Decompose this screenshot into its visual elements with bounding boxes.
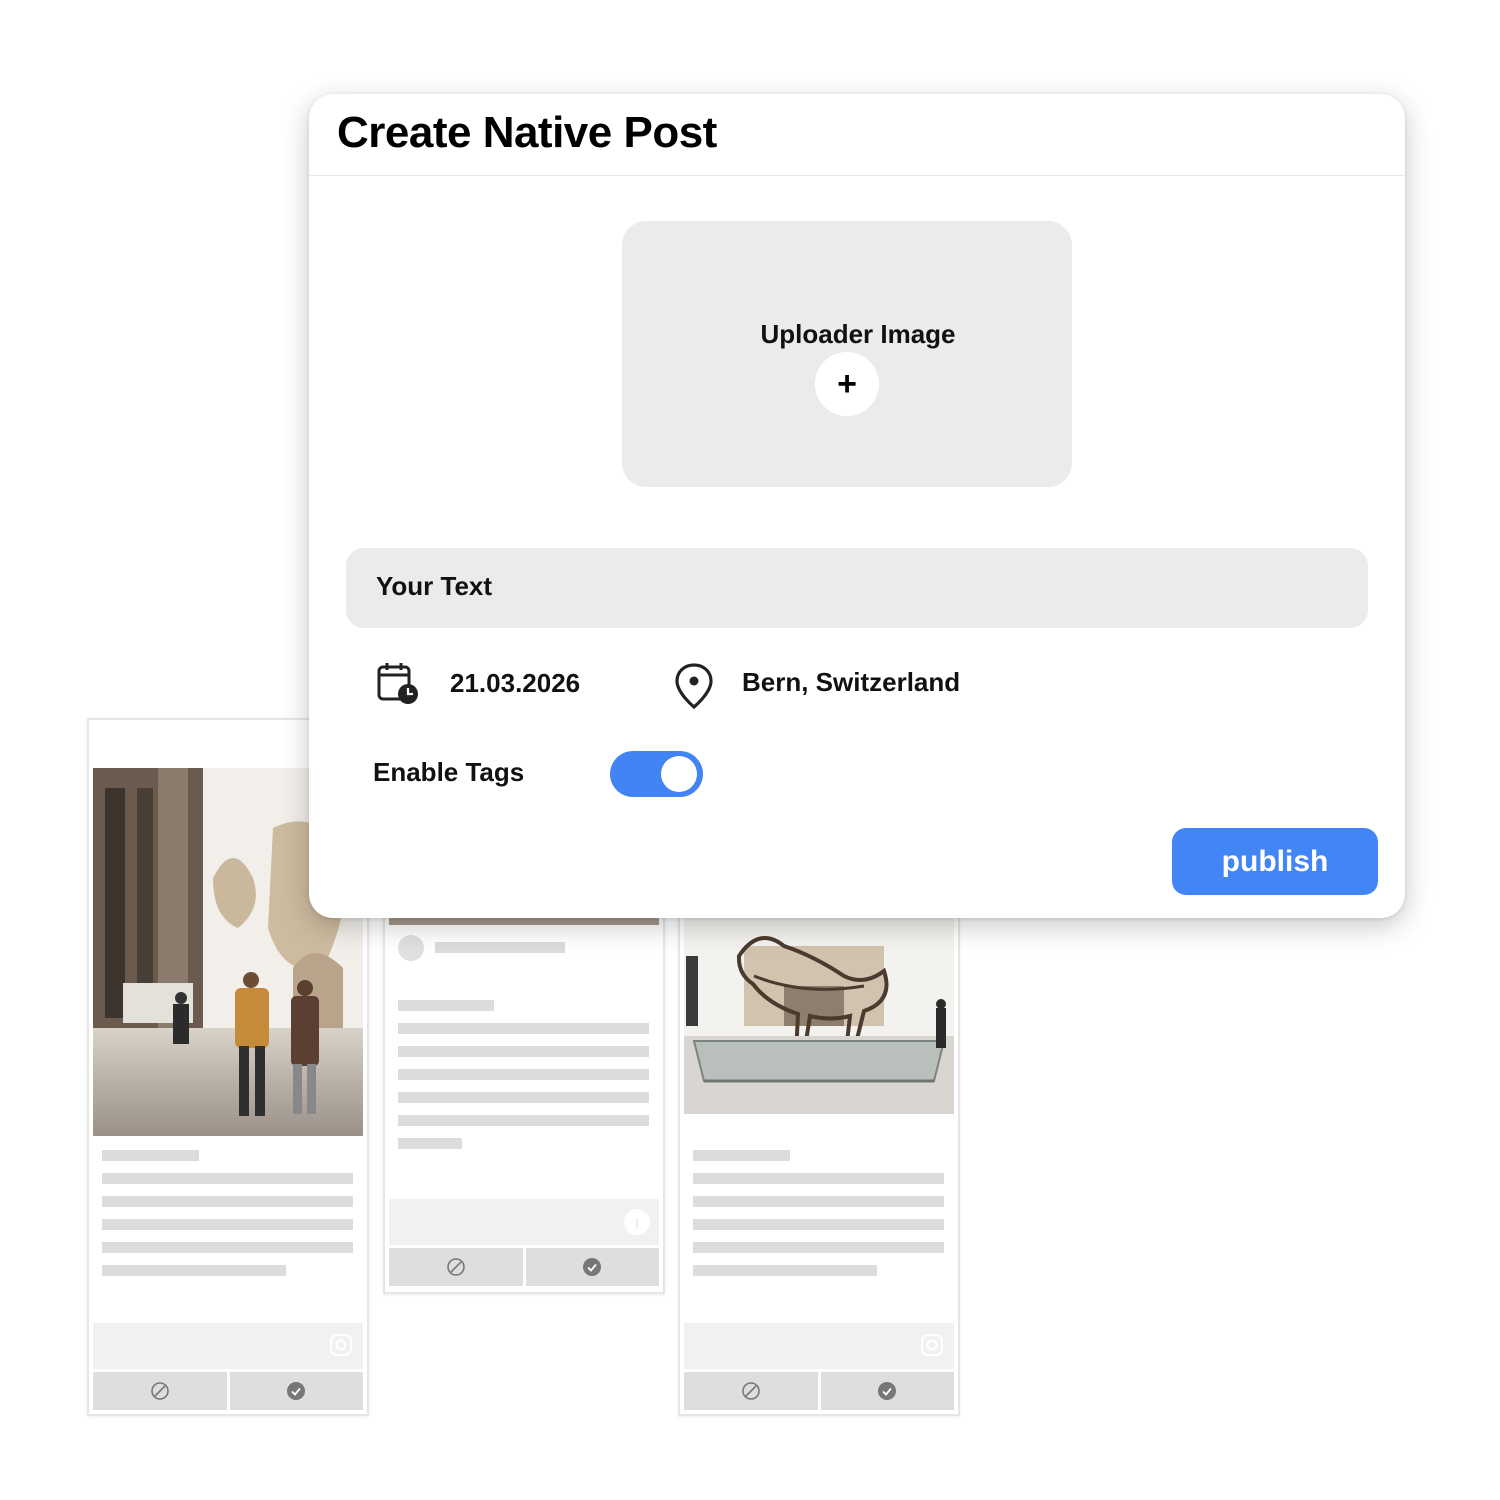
skeleton-line (693, 1196, 944, 1207)
skeleton-line (398, 1138, 462, 1149)
skeleton-line (693, 1173, 944, 1184)
card-footer (93, 1323, 363, 1369)
reject-button[interactable] (93, 1372, 227, 1410)
skeleton-line (693, 1265, 877, 1276)
instagram-icon (330, 1334, 352, 1356)
skeleton-line (398, 1115, 649, 1126)
block-icon (446, 1258, 465, 1276)
location-pin-icon[interactable] (674, 662, 714, 710)
skeleton-line (398, 1069, 649, 1080)
post-date[interactable]: 21.03.2026 (450, 668, 580, 699)
post-location[interactable]: Bern, Switzerland (742, 667, 960, 698)
enable-tags-toggle[interactable] (610, 751, 703, 797)
block-icon (741, 1382, 760, 1400)
approve-check-icon (287, 1382, 306, 1400)
skeleton-line (398, 1046, 649, 1057)
instagram-icon (921, 1334, 943, 1356)
create-post-modal: Create Native Post Uploader Image + Your… (309, 94, 1405, 918)
skeleton-line (398, 1092, 649, 1103)
post-card-2 (383, 870, 665, 1294)
divider (309, 175, 1405, 176)
approve-button[interactable] (525, 1248, 659, 1286)
toggle-knob (661, 756, 697, 792)
card-footer (684, 1323, 954, 1369)
skeleton-line (693, 1150, 790, 1161)
block-icon (150, 1382, 169, 1400)
plus-icon: + (837, 365, 857, 403)
skeleton-line (102, 1196, 353, 1207)
skeleton-line (102, 1173, 353, 1184)
card-actions (389, 1248, 659, 1286)
post-text-input[interactable]: Your Text (346, 548, 1368, 628)
skeleton-line (102, 1242, 353, 1253)
skeleton-line (102, 1150, 199, 1161)
approve-button[interactable] (820, 1372, 954, 1410)
card-footer (389, 1199, 659, 1245)
skeleton-line (693, 1242, 944, 1253)
publish-button[interactable]: publish (1172, 828, 1378, 895)
card-actions (93, 1372, 363, 1410)
reject-button[interactable] (684, 1372, 818, 1410)
info-icon (624, 1209, 650, 1235)
card-actions (684, 1372, 954, 1410)
skeleton-line (435, 942, 565, 953)
reject-button[interactable] (389, 1248, 523, 1286)
image-uploader[interactable]: Uploader Image + (622, 221, 1072, 487)
skeleton-line (398, 1023, 649, 1034)
enable-tags-label: Enable Tags (373, 757, 525, 787)
calendar-clock-icon[interactable] (375, 660, 421, 706)
approve-check-icon (583, 1258, 602, 1276)
post-text-placeholder: Your Text (376, 571, 493, 601)
dinosaur-exhibit-photo (684, 916, 954, 1114)
skeleton-line (102, 1265, 286, 1276)
modal-title: Create Native Post (337, 108, 717, 157)
skeleton-line (693, 1219, 944, 1230)
card-photo-strip (389, 918, 659, 925)
skeleton-line (398, 1000, 494, 1011)
add-image-button[interactable]: + (815, 352, 879, 416)
avatar (398, 935, 424, 961)
approve-check-icon (878, 1382, 897, 1400)
skeleton-line (102, 1219, 353, 1230)
uploader-label: Uploader Image (760, 319, 956, 349)
approve-button[interactable] (229, 1372, 363, 1410)
